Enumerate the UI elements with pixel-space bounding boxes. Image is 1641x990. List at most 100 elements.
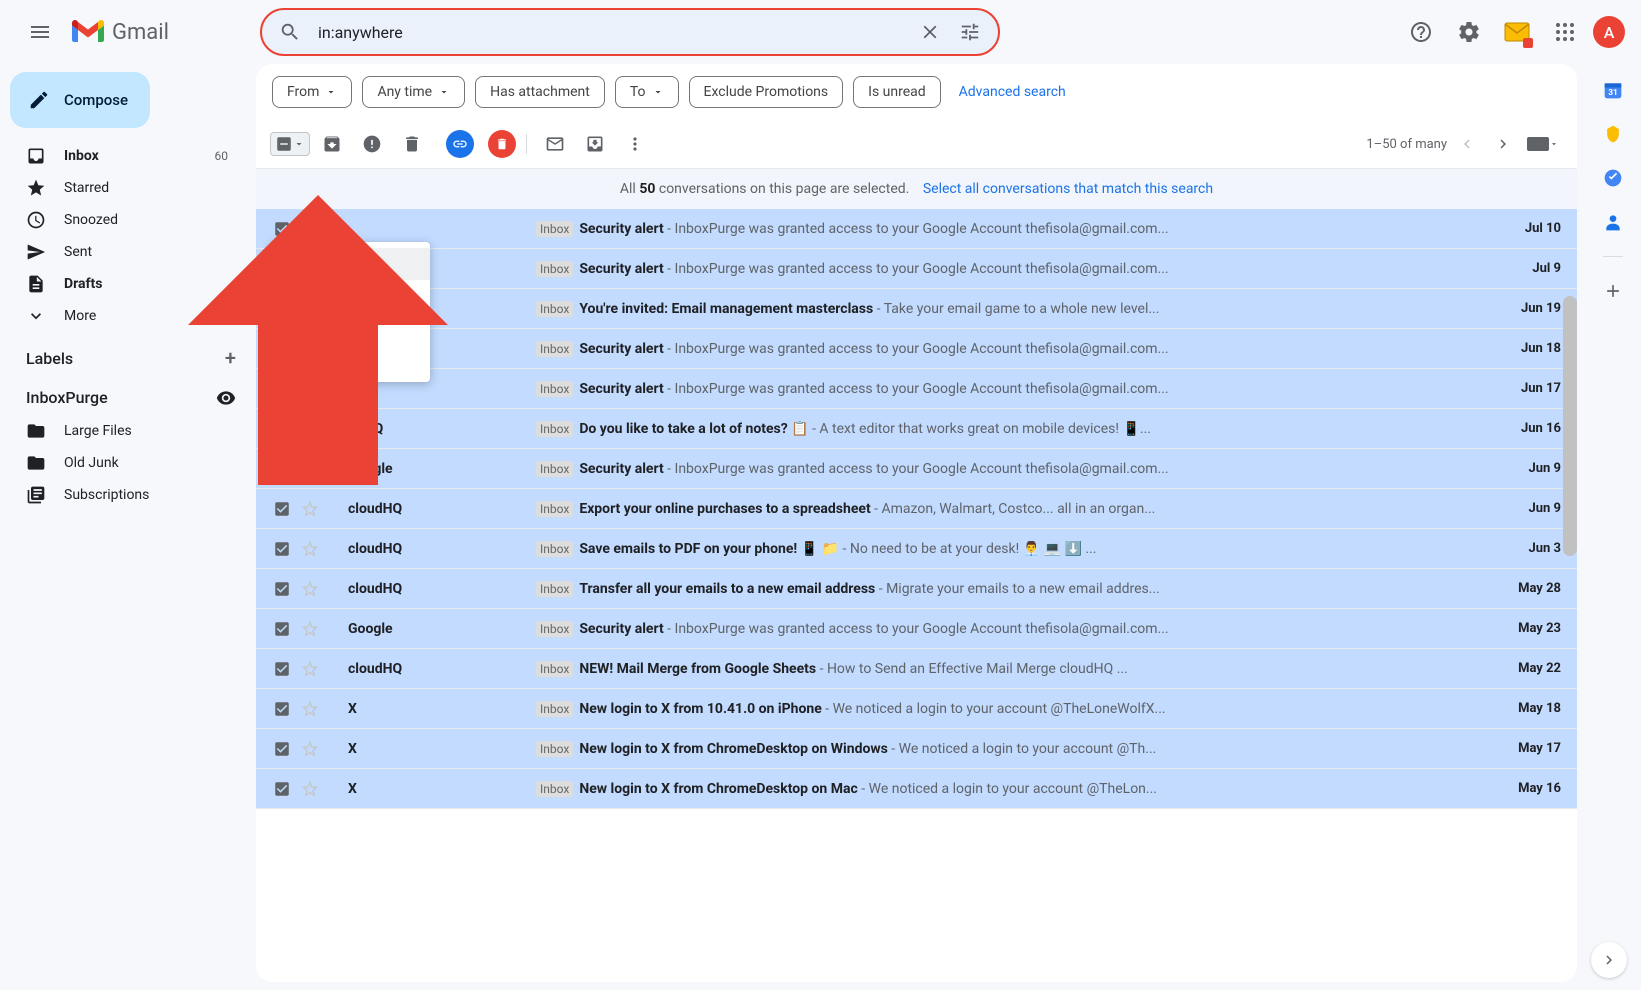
mail-badge-button[interactable] bbox=[1497, 12, 1537, 52]
next-page-button[interactable] bbox=[1487, 128, 1519, 160]
delete-round-button[interactable] bbox=[488, 130, 516, 158]
delete-button[interactable] bbox=[394, 126, 430, 162]
dropdown-unread[interactable]: Unread bbox=[270, 344, 430, 376]
search-button[interactable] bbox=[270, 12, 310, 52]
email-row[interactable]: cloudHQInboxNEW! Mail Merge from Google … bbox=[256, 649, 1577, 689]
row-checkbox[interactable] bbox=[272, 619, 292, 639]
snippet: - We noticed a login to your account @Th… bbox=[888, 741, 1157, 757]
star-button[interactable] bbox=[300, 579, 320, 599]
purge-old-junk[interactable]: Old Junk bbox=[0, 447, 240, 479]
account-avatar[interactable]: A bbox=[1593, 16, 1625, 48]
select-all-link[interactable]: Select all conversations that match this… bbox=[923, 181, 1213, 197]
more-button[interactable] bbox=[617, 126, 653, 162]
keep-icon[interactable] bbox=[1603, 124, 1623, 144]
email-row[interactable]: InboxSecurity alert - InboxPurge was gra… bbox=[256, 209, 1577, 249]
apps-button[interactable] bbox=[1545, 12, 1585, 52]
chip-is-unread[interactable]: Is unread bbox=[853, 76, 941, 108]
star-button[interactable] bbox=[300, 779, 320, 799]
main-menu-button[interactable] bbox=[16, 8, 64, 56]
scrollbar[interactable] bbox=[1563, 296, 1577, 556]
star-button[interactable] bbox=[300, 699, 320, 719]
email-row[interactable]: XInboxNew login to X from ChromeDesktop … bbox=[256, 769, 1577, 809]
star-button[interactable] bbox=[300, 419, 320, 439]
nav-sent[interactable]: Sent bbox=[0, 236, 240, 268]
nav-drafts[interactable]: Drafts bbox=[0, 268, 240, 300]
email-row[interactable]: cloudHQInboxSave emails to PDF on your p… bbox=[256, 529, 1577, 569]
email-row[interactable]: cloudHQInboxTransfer all your emails to … bbox=[256, 569, 1577, 609]
star-button[interactable] bbox=[300, 499, 320, 519]
email-row[interactable]: cloudHQInboxExport your online purchases… bbox=[256, 489, 1577, 529]
compose-button[interactable]: Compose bbox=[10, 72, 150, 128]
input-tool-button[interactable] bbox=[1523, 128, 1563, 160]
row-checkbox[interactable] bbox=[272, 219, 292, 239]
clear-search-button[interactable] bbox=[910, 12, 950, 52]
search-options-button[interactable] bbox=[950, 12, 990, 52]
spam-button[interactable] bbox=[354, 126, 390, 162]
gmail-icon bbox=[72, 20, 104, 44]
row-checkbox[interactable] bbox=[272, 779, 292, 799]
email-row[interactable]: InboxSecurity alert - InboxPurge was gra… bbox=[256, 249, 1577, 289]
star-button[interactable] bbox=[300, 739, 320, 759]
gmail-logo[interactable]: Gmail bbox=[72, 20, 232, 45]
chip-to[interactable]: To bbox=[615, 76, 679, 108]
nav-inbox[interactable]: Inbox60 bbox=[0, 140, 240, 172]
inboxpurge-header[interactable]: InboxPurge bbox=[0, 378, 256, 415]
chip-exclude-promotions[interactable]: Exclude Promotions bbox=[689, 76, 844, 108]
email-row[interactable]: XInboxNew login to X from 10.41.0 on iPh… bbox=[256, 689, 1577, 729]
settings-button[interactable] bbox=[1449, 12, 1489, 52]
dropdown-all[interactable]: All bbox=[270, 248, 430, 280]
star-outline-icon bbox=[300, 779, 320, 799]
email-list[interactable]: InboxSecurity alert - InboxPurge was gra… bbox=[256, 209, 1577, 982]
email-row[interactable]: QHInboxYou're invited: Email management … bbox=[256, 289, 1577, 329]
row-checkbox[interactable] bbox=[272, 539, 292, 559]
date: May 17 bbox=[1511, 741, 1561, 756]
email-row[interactable]: ogleInboxSecurity alert - InboxPurge was… bbox=[256, 329, 1577, 369]
row-checkbox[interactable] bbox=[272, 459, 292, 479]
row-checkbox[interactable] bbox=[272, 699, 292, 719]
move-to-button[interactable] bbox=[577, 126, 613, 162]
nav-snoozed[interactable]: Snoozed bbox=[0, 204, 240, 236]
dropdown-none[interactable]: None bbox=[270, 280, 430, 312]
purge-subscriptions[interactable]: Subscriptions bbox=[0, 479, 240, 511]
row-checkbox[interactable] bbox=[272, 579, 292, 599]
add-label-button[interactable]: + bbox=[225, 346, 236, 370]
email-row[interactable]: ogleInboxSecurity alert - InboxPurge was… bbox=[256, 369, 1577, 409]
row-checkbox[interactable] bbox=[272, 499, 292, 519]
row-checkbox[interactable] bbox=[272, 659, 292, 679]
email-row[interactable]: XInboxNew login to X from ChromeDesktop … bbox=[256, 729, 1577, 769]
add-button[interactable] bbox=[1603, 281, 1623, 301]
row-checkbox[interactable] bbox=[272, 739, 292, 759]
mark-read-button[interactable] bbox=[537, 126, 573, 162]
search-input[interactable] bbox=[310, 23, 910, 42]
chip-any-time[interactable]: Any time bbox=[362, 76, 465, 108]
purge-large-files[interactable]: Large Files bbox=[0, 415, 240, 447]
star-button[interactable] bbox=[300, 539, 320, 559]
nav-starred[interactable]: Starred bbox=[0, 172, 240, 204]
dropdown-read[interactable]: Read bbox=[270, 312, 430, 344]
support-button[interactable] bbox=[1401, 12, 1441, 52]
email-row[interactable]: GoogleInboxSecurity alert - InboxPurge w… bbox=[256, 449, 1577, 489]
contacts-icon[interactable] bbox=[1603, 212, 1623, 232]
collapse-sidepanel-button[interactable] bbox=[1591, 942, 1627, 978]
row-checkbox[interactable] bbox=[272, 419, 292, 439]
star-button[interactable] bbox=[300, 459, 320, 479]
date: May 16 bbox=[1511, 781, 1561, 796]
advanced-search-link[interactable]: Advanced search bbox=[959, 84, 1066, 100]
link-button[interactable] bbox=[446, 130, 474, 158]
calendar-icon[interactable]: 31 bbox=[1603, 80, 1623, 100]
star-button[interactable] bbox=[300, 659, 320, 679]
prev-page-button[interactable] bbox=[1451, 128, 1483, 160]
tasks-icon[interactable] bbox=[1603, 168, 1623, 188]
email-row[interactable]: GoogleInboxSecurity alert - InboxPurge w… bbox=[256, 609, 1577, 649]
star-button[interactable] bbox=[300, 619, 320, 639]
select-dropdown-button[interactable] bbox=[270, 132, 310, 156]
labels-header: Labels + bbox=[0, 332, 256, 378]
email-row[interactable]: udHQInboxDo you like to take a lot of no… bbox=[256, 409, 1577, 449]
chip-from[interactable]: From bbox=[272, 76, 352, 108]
chip-has-attachment[interactable]: Has attachment bbox=[475, 76, 605, 108]
nav-more[interactable]: More bbox=[0, 300, 240, 332]
star-button[interactable] bbox=[300, 219, 320, 239]
archive-button[interactable] bbox=[314, 126, 350, 162]
snippet: - A text editor that works great on mobi… bbox=[809, 421, 1151, 437]
pagination-text: 1–50 of many bbox=[1366, 137, 1447, 152]
